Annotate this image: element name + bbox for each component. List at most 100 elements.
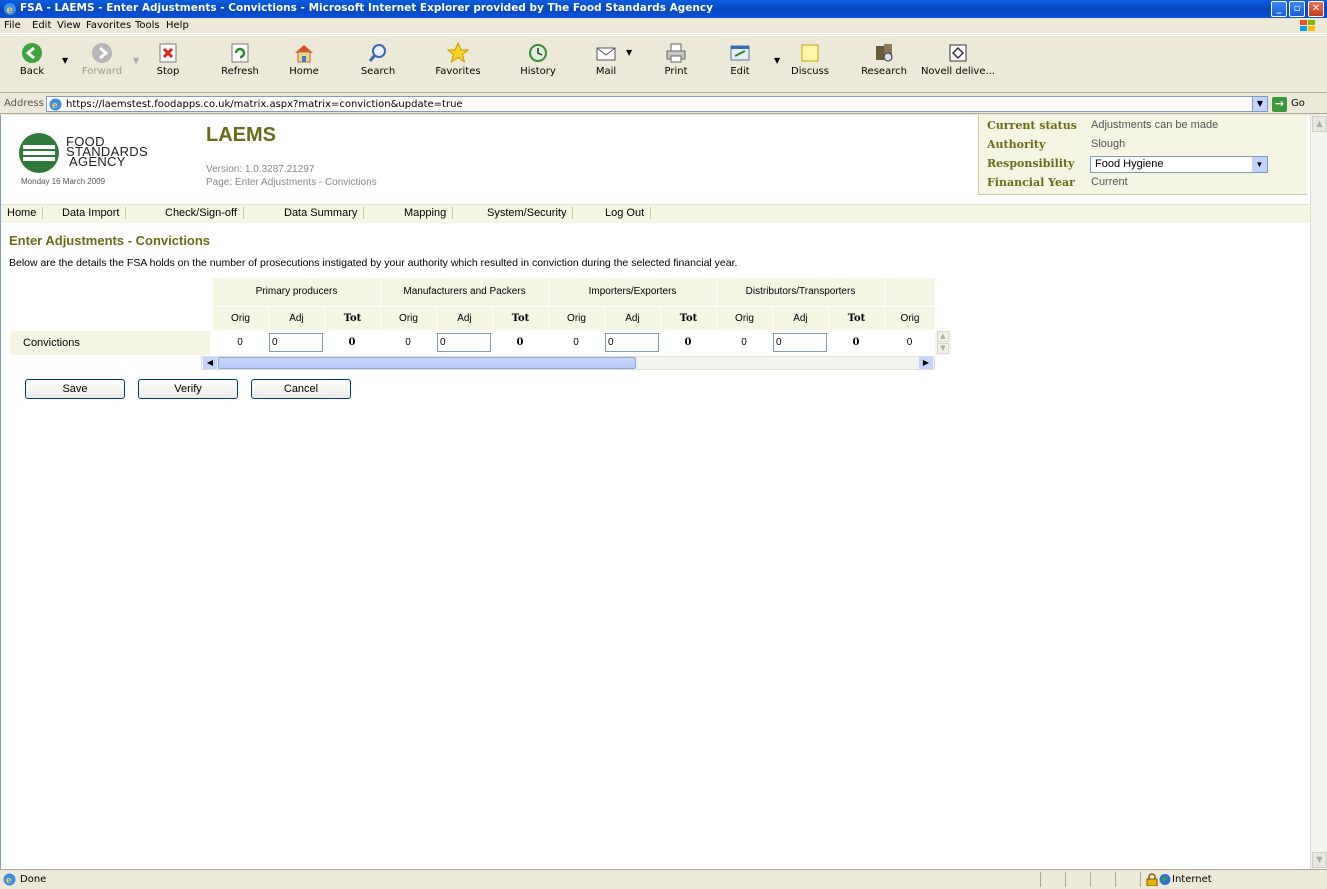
refresh-button[interactable]: Refresh xyxy=(212,42,268,77)
edit-button[interactable]: Edit xyxy=(712,42,768,77)
app-version: Version: 1.0.3287.21297 xyxy=(206,164,315,175)
search-button[interactable]: Search xyxy=(350,42,406,77)
ie-icon: e xyxy=(4,3,16,16)
nav-mapping[interactable]: Mapping xyxy=(404,207,454,219)
menu-help[interactable]: Help xyxy=(166,20,189,31)
responsibility-select[interactable]: Food Hygiene ▼ xyxy=(1090,156,1268,173)
print-label: Print xyxy=(664,66,688,77)
fsa-logo: FOOD STANDARDS AGENCY xyxy=(19,129,199,175)
financial-year-value: Current xyxy=(1091,176,1128,188)
nav-system-security[interactable]: System/Security xyxy=(487,207,574,219)
discuss-label: Discuss xyxy=(791,66,829,77)
novell-icon xyxy=(949,44,967,62)
nav-data-import[interactable]: Data Import xyxy=(62,207,127,219)
forward-dropdown-icon: ▼ xyxy=(133,56,140,65)
subheader-tot: Tot xyxy=(828,306,884,330)
close-button[interactable]: ✕ xyxy=(1308,1,1324,17)
current-status-label: Current status xyxy=(987,119,1077,132)
menu-file[interactable]: File xyxy=(4,20,21,31)
adj-input-primary-producers[interactable]: 0 xyxy=(269,333,323,352)
status-divider xyxy=(1090,872,1091,887)
scroll-right-icon[interactable]: ▶ xyxy=(919,357,933,369)
cancel-button[interactable]: Cancel xyxy=(251,379,351,399)
history-icon xyxy=(529,44,547,62)
svg-text:e: e xyxy=(7,5,13,16)
nav-log-out[interactable]: Log Out xyxy=(605,207,652,219)
window-title-bar[interactable]: e FSA - LAEMS - Enter Adjustments - Conv… xyxy=(0,0,1327,18)
chevron-down-icon[interactable]: ▼ xyxy=(1252,157,1267,172)
scroll-down-icon[interactable]: ▼ xyxy=(937,343,949,354)
novell-button[interactable]: Novell delive... xyxy=(918,42,998,77)
adj-input-importers[interactable]: 0 xyxy=(605,333,659,352)
discuss-button[interactable]: Discuss xyxy=(782,42,838,77)
grid-vertical-scrollbar[interactable]: ▲ ▼ xyxy=(935,331,951,355)
forward-button[interactable]: Forward xyxy=(74,42,130,77)
address-dropdown-icon[interactable]: ▼ xyxy=(1252,97,1267,111)
row-label-convictions: Convictions xyxy=(10,331,210,355)
group-header-overflow xyxy=(884,278,935,306)
back-dropdown-icon: ▼ xyxy=(62,56,69,65)
group-header-distributors: Distributors/Transporters xyxy=(716,278,884,306)
scroll-left-icon[interactable]: ◀ xyxy=(203,357,217,369)
refresh-label: Refresh xyxy=(221,66,259,77)
address-input[interactable]: e https://laemstest.foodapps.co.uk/matri… xyxy=(46,96,1268,112)
logo-line-3: AGENCY xyxy=(69,154,126,169)
nav-check-sign-off[interactable]: Check/Sign-off xyxy=(165,207,244,219)
status-panel: Current status Adjustments can be made A… xyxy=(978,115,1307,195)
page-vertical-scrollbar[interactable]: ▲ ▼ xyxy=(1310,115,1327,869)
logo-stripe xyxy=(23,157,55,161)
menu-tools[interactable]: Tools xyxy=(135,20,160,31)
page-title: Enter Adjustments - Convictions xyxy=(9,233,211,248)
page-header: FOOD STANDARDS AGENCY Monday 16 March 20… xyxy=(1,115,1310,195)
home-label: Home xyxy=(289,66,319,77)
back-button[interactable]: Back xyxy=(4,42,60,77)
stop-button[interactable]: Stop xyxy=(140,42,196,77)
menu-bar: File Edit View Favorites Tools Help xyxy=(0,18,1327,34)
menu-favorites[interactable]: Favorites xyxy=(86,20,131,31)
security-zone: Internet xyxy=(1172,874,1212,885)
favorites-button[interactable]: Favorites xyxy=(430,42,486,77)
print-icon xyxy=(666,43,686,63)
current-status-value: Adjustments can be made xyxy=(1091,119,1219,131)
window-title: FSA - LAEMS - Enter Adjustments - Convic… xyxy=(20,2,713,14)
responsibility-selected: Food Hygiene xyxy=(1095,158,1164,170)
menu-edit[interactable]: Edit xyxy=(32,20,51,31)
nav-home[interactable]: Home xyxy=(7,207,44,219)
grid-horizontal-scrollbar[interactable]: ◀ ▶ xyxy=(201,356,935,370)
subheader-tot: Tot xyxy=(660,306,716,330)
go-button[interactable]: → Go xyxy=(1272,97,1324,112)
browser-toolbar: Back ▼ Forward ▼ Stop Refresh Home Searc… xyxy=(0,35,1327,93)
research-button[interactable]: Research xyxy=(856,42,912,77)
subheader-adj: Adj xyxy=(268,306,324,330)
subheader-orig: Orig xyxy=(884,306,935,330)
print-button[interactable]: Print xyxy=(648,42,704,77)
menu-view[interactable]: View xyxy=(57,20,81,31)
logo-stripe xyxy=(23,145,55,149)
scroll-down-icon[interactable]: ▼ xyxy=(1312,852,1327,868)
mail-label: Mail xyxy=(595,66,617,77)
home-button[interactable]: Home xyxy=(276,42,332,77)
minimize-button[interactable]: _ xyxy=(1271,1,1287,17)
subheader-adj: Adj xyxy=(772,306,828,330)
save-button[interactable]: Save xyxy=(25,379,125,399)
verify-button[interactable]: Verify xyxy=(138,379,238,399)
edit-label: Edit xyxy=(730,66,750,77)
lock-icon xyxy=(1146,873,1158,886)
nav-data-summary[interactable]: Data Summary xyxy=(284,207,365,219)
status-text: Done xyxy=(20,874,47,885)
group-header-importers: Importers/Exporters xyxy=(548,278,716,306)
convictions-grid: Primary producers Manufacturers and Pack… xyxy=(10,278,951,372)
fsa-logo-disc-icon xyxy=(19,133,59,173)
scroll-up-icon[interactable]: ▲ xyxy=(937,331,949,342)
windows-logo-icon xyxy=(1300,20,1315,31)
scroll-thumb[interactable] xyxy=(218,357,636,369)
cell-orig: 0 xyxy=(741,337,747,348)
maximize-button[interactable]: ▫ xyxy=(1289,1,1305,17)
scroll-up-icon[interactable]: ▲ xyxy=(1312,116,1327,132)
adj-input-manufacturers[interactable]: 0 xyxy=(437,333,491,352)
subheader-orig: Orig xyxy=(212,306,268,330)
history-button[interactable]: History xyxy=(510,42,566,77)
status-divider xyxy=(1040,872,1041,887)
cell-orig: 0 xyxy=(237,337,243,348)
adj-input-distributors[interactable]: 0 xyxy=(773,333,827,352)
